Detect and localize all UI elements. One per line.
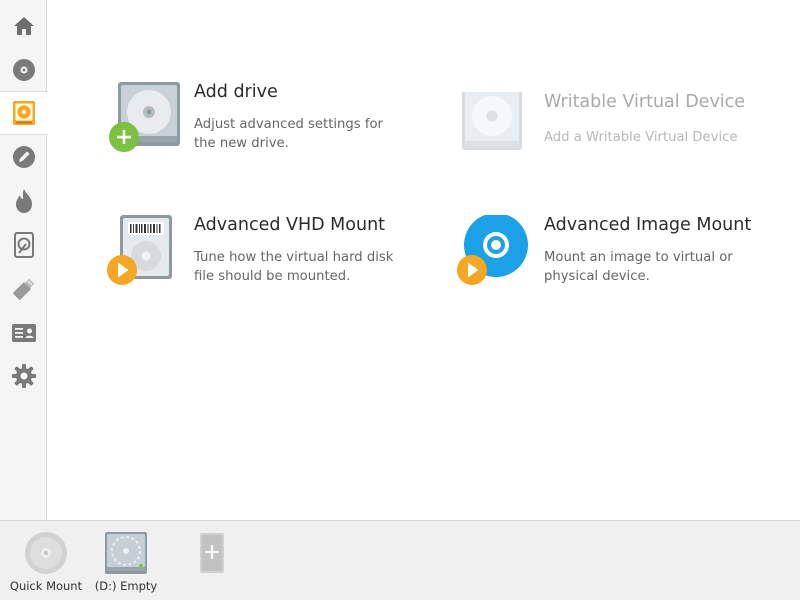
hard-drive-icon xyxy=(13,101,35,125)
vhd-mount-icon xyxy=(106,215,186,295)
sidebar-item-burn[interactable] xyxy=(0,179,47,223)
sidebar-item-hard-drive[interactable] xyxy=(0,91,48,135)
pencil-icon xyxy=(12,146,35,168)
sidebar-item-catalog[interactable] xyxy=(0,311,47,355)
image-mount-title: Advanced Image Mount xyxy=(544,215,752,235)
device-bar: Quick Mount (D:) Empty xyxy=(0,520,800,600)
writable-device-desc: Add a Writable Virtual Device xyxy=(544,130,738,145)
home-icon xyxy=(13,17,34,35)
add-drive-desc: Adjust advanced settings for the new dri… xyxy=(194,117,383,151)
flame-icon xyxy=(15,189,32,213)
add-device-icon xyxy=(200,533,224,573)
add-device-button[interactable] xyxy=(192,531,232,575)
add-drive-title: Add drive xyxy=(194,82,278,102)
vhd-icon xyxy=(13,232,34,258)
advanced-vhd-mount-card[interactable]: Advanced VHD Mount Tune how the virtual … xyxy=(106,215,426,315)
sidebar-item-vhd[interactable] xyxy=(0,223,47,267)
vhd-mount-desc: Tune how the virtual hard disk file shou… xyxy=(194,250,394,284)
disc-icon xyxy=(25,532,67,574)
quick-mount-label: Quick Mount xyxy=(9,579,83,593)
id-card-icon xyxy=(11,324,36,342)
sidebar-item-edit[interactable] xyxy=(0,135,47,179)
quick-mount-device[interactable]: Quick Mount xyxy=(8,531,84,593)
virtual-drive-d[interactable]: (D:) Empty xyxy=(92,531,160,593)
gear-icon xyxy=(11,364,36,388)
writable-device-icon xyxy=(456,88,536,172)
main-panel: Add drive Adjust advanced settings for t… xyxy=(48,0,800,520)
disc-icon xyxy=(12,59,35,81)
writable-device-title: Writable Virtual Device xyxy=(544,92,746,112)
virtual-drive-label: (D:) Empty xyxy=(94,579,158,593)
image-mount-icon xyxy=(456,213,536,295)
sidebar-item-home[interactable] xyxy=(0,4,47,48)
sidebar-item-disc[interactable] xyxy=(0,48,47,92)
virtual-drive-icon xyxy=(105,532,147,574)
sidebar xyxy=(0,0,48,520)
sidebar-item-usb[interactable] xyxy=(0,267,47,311)
advanced-image-mount-card[interactable]: Advanced Image Mount Mount an image to v… xyxy=(456,213,776,315)
add-drive-card[interactable]: Add drive Adjust advanced settings for t… xyxy=(106,82,426,182)
usb-icon xyxy=(12,278,34,300)
image-mount-desc: Mount an image to virtual or physical de… xyxy=(544,250,733,284)
writable-virtual-device-card[interactable]: Writable Virtual Device Add a Writable V… xyxy=(456,88,776,192)
vhd-mount-title: Advanced VHD Mount xyxy=(194,215,386,235)
sidebar-item-settings[interactable] xyxy=(0,354,47,398)
hdd-add-icon xyxy=(106,82,186,162)
